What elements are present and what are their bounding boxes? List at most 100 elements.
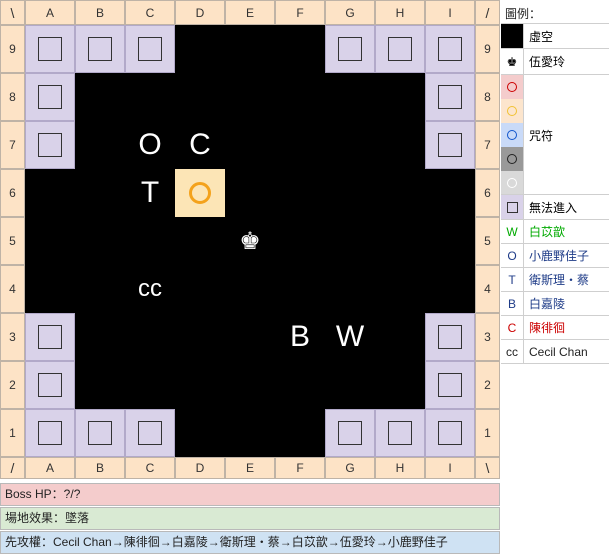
legend-curse-row [501,99,609,123]
void-cell-d3[interactable] [175,313,225,361]
void-cell-b4[interactable] [75,265,125,313]
blocked-cell-i9 [425,25,475,73]
blocked-square-icon [438,421,462,445]
blocked-cell-a3 [25,313,75,361]
void-cell-e7[interactable] [225,121,275,169]
void-cell-b7[interactable] [75,121,125,169]
void-cell-f8[interactable] [275,73,325,121]
void-cell-f5[interactable] [275,217,325,265]
void-cell-b8[interactable] [75,73,125,121]
column-header-i: I [425,0,475,25]
void-cell-d9[interactable] [175,25,225,73]
blocked-square-icon [438,133,462,157]
blocked-swatch-icon [501,195,524,219]
void-cell-i4[interactable] [425,265,475,313]
blocked-cell-b9 [75,25,125,73]
blocked-square-icon [438,85,462,109]
blocked-cell-b1 [75,409,125,457]
blocked-square-icon [138,37,162,61]
void-cell-h3[interactable] [375,313,425,361]
void-cell-f9[interactable] [275,25,325,73]
void-cell-h5[interactable] [375,217,425,265]
legend-player-name: 白苡歆 [529,225,566,239]
token-c[interactable]: C [175,121,225,169]
column-header-d: D [175,0,225,25]
blocked-square-icon [38,133,62,157]
row-header-8: 8 [0,73,25,121]
legend-boss-row: ♚ 伍愛玲 [501,49,609,75]
void-cell-h4[interactable] [375,265,425,313]
void-cell-f2[interactable] [275,361,325,409]
legend-void-row: 虛空 [501,24,609,49]
token-boss-king[interactable]: ♚ [225,217,275,265]
token-w[interactable]: W [325,313,375,361]
void-cell-f1[interactable] [275,409,325,457]
void-cell-b5[interactable] [75,217,125,265]
void-cell-e8[interactable] [225,73,275,121]
blocked-cell-i3 [425,313,475,361]
void-cell-b6[interactable] [75,169,125,217]
void-cell-h8[interactable] [375,73,425,121]
row-header-right-4: 4 [475,265,500,313]
row-header-right-6: 6 [475,169,500,217]
void-cell-g7[interactable] [325,121,375,169]
corner-bottom-left: / [0,457,25,479]
void-cell-g6[interactable] [325,169,375,217]
void-cell-g8[interactable] [325,73,375,121]
highlighted-cell-d6[interactable] [175,169,225,217]
void-cell-c3[interactable] [125,313,175,361]
void-cell-e4[interactable] [225,265,275,313]
void-cell-i5[interactable] [425,217,475,265]
legend-player-row: W 白苡歆 [501,220,609,244]
row-header-right-1: 1 [475,409,500,457]
legend-header: 圖例： [501,2,609,24]
void-cell-f6[interactable] [275,169,325,217]
void-cell-d5[interactable] [175,217,225,265]
legend-player-row: T 衛斯理・蔡 [501,268,609,292]
void-cell-e9[interactable] [225,25,275,73]
legend-player-symbol: T [501,268,524,291]
void-cell-d4[interactable] [175,265,225,313]
void-cell-c2[interactable] [125,361,175,409]
void-cell-f4[interactable] [275,265,325,313]
void-cell-h7[interactable] [375,121,425,169]
row-header-right-7: 7 [475,121,500,169]
void-cell-d1[interactable] [175,409,225,457]
row-header-3: 3 [0,313,25,361]
blocked-cell-i8 [425,73,475,121]
void-cell-e2[interactable] [225,361,275,409]
row-header-1: 1 [0,409,25,457]
void-cell-d8[interactable] [175,73,225,121]
void-cell-c5[interactable] [125,217,175,265]
token-cc[interactable]: cc [125,265,175,313]
void-cell-a5[interactable] [25,217,75,265]
void-cell-i6[interactable] [425,169,475,217]
turn-order-bar: 先攻權：Cecil Chan→陳徘徊→白嘉陵→衛斯理・蔡→白苡歆→伍愛玲→小鹿野… [0,531,500,554]
curse-ring-swatch-icon [501,171,524,194]
token-b[interactable]: B [275,313,325,361]
void-cell-g2[interactable] [325,361,375,409]
boss-hp-text: Boss HP：?/? [5,487,81,501]
legend-curse-row [501,171,609,195]
void-cell-d2[interactable] [175,361,225,409]
curse-ring-swatch-icon [501,99,524,123]
token-o[interactable]: O [125,121,175,169]
void-cell-e3[interactable] [225,313,275,361]
void-cell-h6[interactable] [375,169,425,217]
void-cell-g5[interactable] [325,217,375,265]
void-cell-a6[interactable] [25,169,75,217]
token-t[interactable]: T [125,169,175,217]
void-cell-e1[interactable] [225,409,275,457]
blocked-square-icon [338,421,362,445]
row-header-5: 5 [0,217,25,265]
void-cell-e6[interactable] [225,169,275,217]
blocked-square-icon [38,85,62,109]
void-cell-b2[interactable] [75,361,125,409]
void-cell-f7[interactable] [275,121,325,169]
column-footer-f: F [275,457,325,479]
void-cell-a4[interactable] [25,265,75,313]
void-cell-c8[interactable] [125,73,175,121]
void-cell-b3[interactable] [75,313,125,361]
void-cell-g4[interactable] [325,265,375,313]
void-cell-h2[interactable] [375,361,425,409]
